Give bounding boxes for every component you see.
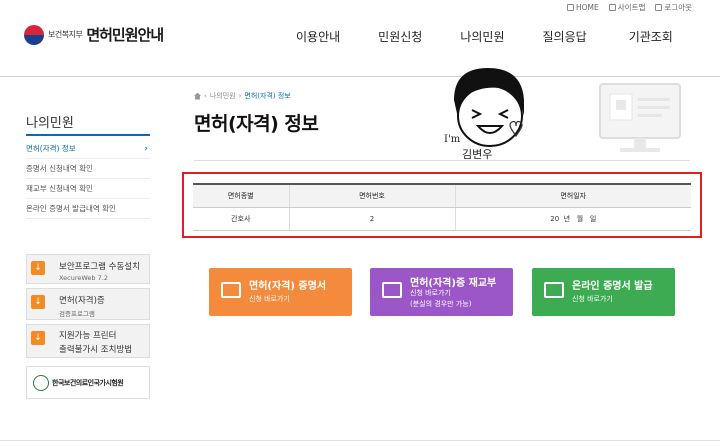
id-card-icon [221, 282, 241, 298]
monitor-illustration-icon [599, 83, 681, 152]
sidebar-title-rule [26, 134, 150, 136]
nav-item-agency[interactable]: 기관조회 [629, 28, 673, 45]
license-type-cell: 간호사 [193, 207, 289, 231]
laptop-icon [544, 282, 564, 298]
column-header: 면허종별 [193, 183, 289, 208]
home-link[interactable]: HOME [567, 2, 599, 13]
online-certificate-button[interactable]: 온라인 증명서 발급 신청 바로가기 [532, 268, 675, 316]
sitemap-icon [608, 4, 616, 11]
license-reissue-button[interactable]: 면허(자격)증 재교부 신청 바로가기 (분실의 경우만 가능) [370, 268, 513, 316]
doodle-face-sticker: I'm 김변우 [444, 68, 524, 161]
ministry-name: 보건복지부 [48, 30, 83, 39]
doodle-text-name: 김변우 [462, 148, 492, 161]
site-logo[interactable]: 보건복지부 면허민원안내 [24, 24, 164, 45]
document-download-icon [382, 282, 402, 298]
chevron-right-icon: › [144, 144, 148, 154]
column-header: 면허번호 [288, 183, 455, 208]
license-number-cell: 2 [288, 207, 455, 231]
printer-support-button[interactable]: ↓ 지원가능 프린터 출력불가시 조치방법 [26, 324, 150, 358]
download-arrow-icon: ↓ [31, 331, 45, 345]
home-icon [194, 92, 201, 100]
license-certificate-button[interactable]: 면허(자격) 증명서 신청 바로가기 [209, 268, 352, 316]
kuksiwon-banner[interactable]: 한국보건의료인국가시험원 [26, 366, 150, 399]
download-arrow-icon: ↓ [31, 295, 45, 309]
sidebar-item-reissue-history[interactable]: 재교부 신청내역 확인 [26, 179, 150, 199]
table-row: 간호사 2 20 년 월 일 [193, 207, 691, 231]
security-program-button[interactable]: ↓ 보안프로그램 수동설치 XecureWeb 7.2 [26, 254, 150, 284]
sidebar-item-certificate-history[interactable]: 증명서 신청내역 확인 [26, 159, 150, 179]
logout-link[interactable]: 로그아웃 [655, 2, 692, 13]
breadcrumb-current: 면허(자격) 정보 [244, 92, 291, 100]
sidebar-menu: 면허(자격) 정보 › 증명서 신청내역 확인 재교부 신청내역 확인 온라인 증… [26, 139, 150, 219]
home-icon [567, 4, 575, 11]
nav-item-qna[interactable]: 질의응답 [543, 28, 587, 45]
kuksiwon-logo-icon [33, 374, 49, 391]
sidebar-title: 나의민원 [26, 116, 74, 131]
license-table: 면허종별 면허번호 면허일자 간호사 2 20 년 월 일 [193, 183, 691, 231]
verification-program-button[interactable]: ↓ 면허(자격)증 검증프로그램 [26, 288, 150, 320]
doodle-text-im: I'm [444, 134, 461, 145]
nav-item-apply[interactable]: 민원신청 [378, 28, 422, 45]
sitemap-link[interactable]: 사이트맵 [608, 2, 645, 13]
site-title: 면허민원안내 [86, 26, 164, 44]
breadcrumb: › 나의민원 › 면허(자격) 정보 [194, 91, 291, 101]
download-arrow-icon: ↓ [31, 261, 45, 275]
breadcrumb-item[interactable]: 나의민원 [210, 91, 236, 101]
sidebar-item-license-info[interactable]: 면허(자격) 정보 › [26, 139, 150, 159]
logout-icon [655, 4, 663, 11]
table-header-row: 면허종별 면허번호 면허일자 [193, 183, 691, 208]
nav-item-guide[interactable]: 이용안내 [296, 28, 340, 45]
page-title: 면허(자격) 정보 [194, 113, 319, 135]
header-divider [0, 76, 720, 77]
footer-divider [0, 440, 720, 441]
license-date-cell: 20 년 월 일 [454, 207, 691, 231]
taegeuk-emblem-icon [24, 24, 44, 45]
column-header: 면허일자 [454, 183, 691, 208]
global-nav: 이용안내 민원신청 나의민원 질의응답 기관조회 [296, 28, 673, 45]
utility-bar: HOME 사이트맵 로그아웃 [567, 2, 692, 13]
nav-item-my-civil[interactable]: 나의민원 [460, 28, 504, 45]
sidebar-item-online-history[interactable]: 온라인 증명서 발급내역 확인 [26, 199, 150, 219]
